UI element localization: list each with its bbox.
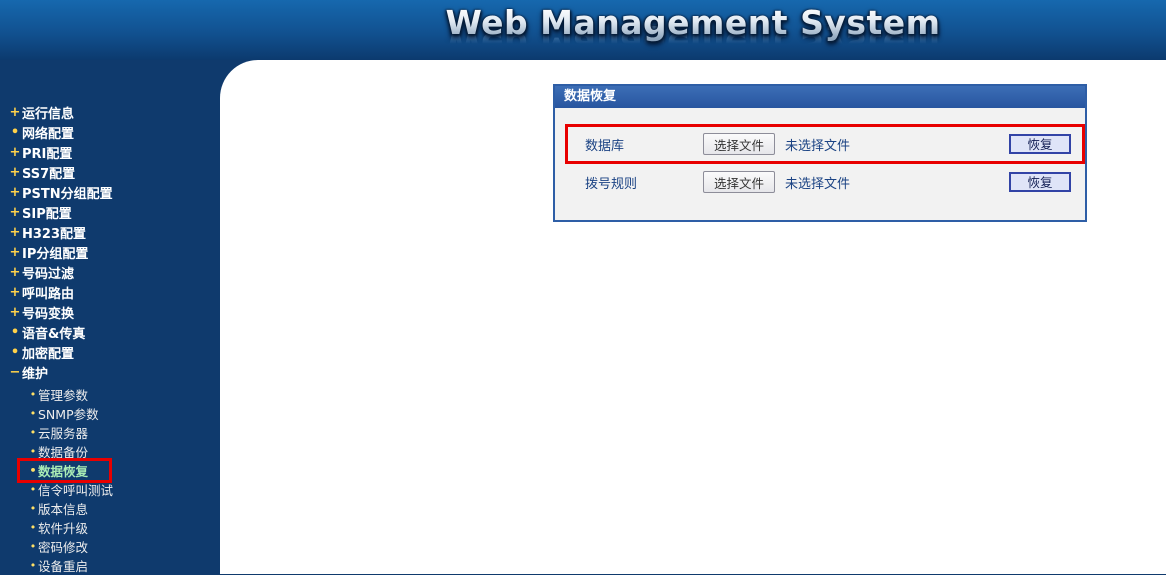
sidebar-item[interactable]: + 号码变换 (0, 302, 220, 322)
sidebar-item[interactable]: • 加密配置 (0, 342, 220, 362)
sidebar-item-label: PRI配置 (22, 146, 73, 162)
sidebar-subitem[interactable]: • 数据备份 (0, 442, 220, 461)
sidebar-item-label: SS7配置 (22, 166, 76, 182)
sidebar-item-label: 号码过滤 (22, 266, 75, 282)
bullet-dot-icon: • (29, 559, 37, 572)
collapse-minus-icon: − (9, 364, 21, 380)
sidebar-subitem[interactable]: • 管理参数 (0, 385, 220, 404)
restore-button[interactable]: 恢复 (1009, 172, 1071, 192)
choose-file-button[interactable]: 选择文件 (703, 171, 776, 193)
bullet-dot-icon: • (29, 540, 37, 553)
sidebar-item-label: 运行信息 (22, 106, 75, 122)
sidebar-subitem-label: 管理参数 (38, 388, 89, 403)
sidebar-item-label: 网络配置 (22, 126, 75, 142)
sidebar-item-label: 呼叫路由 (22, 286, 75, 302)
sidebar-item-label: 语音&传真 (22, 326, 86, 342)
sidebar-item-label: 号码变换 (22, 306, 75, 322)
bullet-dot-icon: • (29, 445, 37, 458)
bullet-dot-icon: • (10, 344, 20, 360)
restore-button[interactable]: 恢复 (1009, 134, 1071, 154)
sidebar-subitem-label: 密码修改 (38, 540, 89, 555)
sidebar-subitem-label: 云服务器 (38, 426, 89, 441)
bullet-dot-icon: • (29, 502, 37, 515)
sidebar-subitem[interactable]: • 云服务器 (0, 423, 220, 442)
sidebar-subitem-label: 设备重启 (38, 559, 89, 574)
sidebar-subitem[interactable]: • 设备重启 (0, 556, 220, 575)
expand-plus-icon: + (9, 264, 21, 280)
sidebar-subitem-label: SNMP参数 (38, 407, 99, 422)
sidebar-item-label: H323配置 (22, 226, 87, 242)
sidebar-item[interactable]: • 语音&传真 (0, 322, 220, 342)
bullet-dot-icon: • (29, 521, 37, 534)
sidebar-item-label: SIP配置 (22, 206, 72, 222)
expand-plus-icon: + (9, 284, 21, 300)
choose-file-button[interactable]: 选择文件 (703, 133, 776, 155)
panel-title: 数据恢复 (564, 89, 617, 104)
sidebar-subitem[interactable]: • 数据恢复 (0, 458, 220, 483)
sidebar-item[interactable]: • 网络配置 (0, 122, 220, 142)
expand-plus-icon: + (9, 244, 21, 260)
sidebar-menu: + 运行信息 • 网络配置 + PRI配置 + SS7配置 + PSTN分组配置 + SIP配置 + H3… (0, 60, 220, 575)
row-label: 数据库 (585, 138, 625, 154)
file-status-text: 未选择文件 (785, 176, 851, 192)
sidebar-item[interactable]: + H323配置 (0, 222, 220, 242)
panel-body: 数据库 选择文件 未选择文件 恢复 拨号规则 选择文件 未选择文件 恢复 (555, 108, 1085, 196)
sidebar-subitem-label: 数据恢复 (38, 464, 89, 479)
sidebar-item-label: IP分组配置 (22, 246, 89, 262)
sidebar-item-label: 维护 (22, 366, 49, 382)
content-area: 数据恢复 数据库 选择文件 未选择文件 恢复 拨号规则 选择文件 未选择文件 恢复 (220, 60, 1166, 574)
sidebar: + 运行信息 • 网络配置 + PRI配置 + SS7配置 + PSTN分组配置 + SIP配置 + H3… (0, 60, 220, 574)
sidebar-subitem[interactable]: • 密码修改 (0, 537, 220, 556)
sidebar-subitem[interactable]: • 版本信息 (0, 499, 220, 518)
sidebar-item-label: 加密配置 (22, 346, 75, 362)
expand-plus-icon: + (9, 164, 21, 180)
sidebar-item[interactable]: + 运行信息 (0, 102, 220, 122)
bullet-dot-icon: • (10, 324, 20, 340)
sidebar-subitem-label: 信令呼叫测试 (38, 483, 114, 498)
sidebar-subitem-label: 软件升级 (38, 521, 89, 536)
sidebar-item[interactable]: + SS7配置 (0, 162, 220, 182)
expand-plus-icon: + (9, 144, 21, 160)
panel-header: 数据恢复 (555, 86, 1085, 108)
form-row: 拨号规则 选择文件 未选择文件 恢复 (555, 168, 1085, 196)
sidebar-item[interactable]: − 维护 (0, 362, 220, 382)
bullet-dot-icon: • (10, 124, 20, 140)
bullet-dot-icon: • (29, 407, 37, 420)
sidebar-subitem-label: 数据备份 (38, 445, 89, 460)
sidebar-item[interactable]: + PSTN分组配置 (0, 182, 220, 202)
row-label: 拨号规则 (585, 176, 638, 192)
expand-plus-icon: + (9, 224, 21, 240)
sidebar-item[interactable]: + IP分组配置 (0, 242, 220, 262)
file-status-text: 未选择文件 (785, 138, 851, 154)
bullet-dot-icon: • (29, 483, 37, 496)
sidebar-subitem[interactable]: • 软件升级 (0, 518, 220, 537)
sidebar-subitem-label: 版本信息 (38, 502, 89, 517)
data-recovery-panel: 数据恢复 数据库 选择文件 未选择文件 恢复 拨号规则 选择文件 未选择文件 恢复 (553, 84, 1087, 222)
bullet-dot-icon: • (29, 464, 37, 477)
expand-plus-icon: + (9, 304, 21, 320)
bullet-dot-icon: • (29, 388, 37, 401)
sidebar-item[interactable]: + 号码过滤 (0, 262, 220, 282)
expand-plus-icon: + (9, 104, 21, 120)
page-header: Web Management System (0, 0, 1166, 60)
sidebar-item-label: PSTN分组配置 (22, 186, 113, 202)
page-title: Web Management System (220, 3, 1166, 42)
expand-plus-icon: + (9, 184, 21, 200)
expand-plus-icon: + (9, 204, 21, 220)
sidebar-subitem[interactable]: • SNMP参数 (0, 404, 220, 423)
sidebar-submenu: • 管理参数 • SNMP参数 • 云服务器 • 数据备份 • 数据恢复 • 信令呼叫测试 • 版本信息 •… (0, 385, 220, 575)
sidebar-item[interactable]: + SIP配置 (0, 202, 220, 222)
sidebar-item[interactable]: + PRI配置 (0, 142, 220, 162)
form-row: 数据库 选择文件 未选择文件 恢复 (555, 124, 1085, 164)
sidebar-subitem[interactable]: • 信令呼叫测试 (0, 480, 220, 499)
sidebar-item[interactable]: + 呼叫路由 (0, 282, 220, 302)
bullet-dot-icon: • (29, 426, 37, 439)
